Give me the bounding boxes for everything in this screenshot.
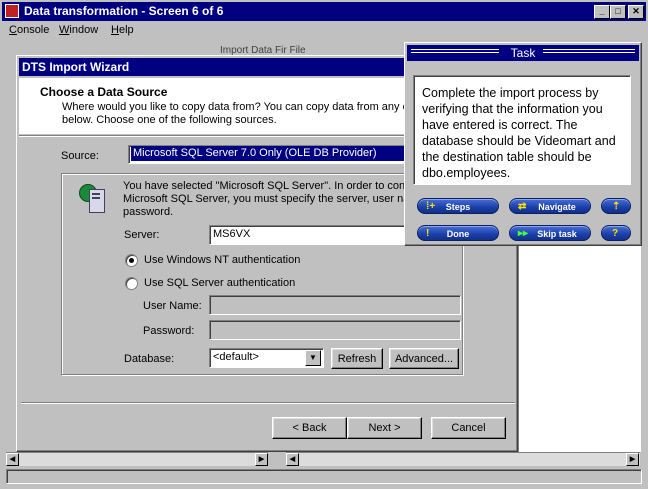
back-label: < Back bbox=[292, 422, 327, 434]
back-button[interactable]: < Back bbox=[272, 417, 347, 439]
database-label: Database: bbox=[124, 353, 175, 365]
info-line-2: Microsoft SQL Server, you must specify t… bbox=[123, 193, 413, 205]
source-value: Microsoft SQL Server 7.0 Only (OLE DB Pr… bbox=[131, 146, 405, 161]
horizontal-scrollbar-right[interactable]: ◀ ▶ bbox=[286, 452, 640, 466]
task-text-box: Complete the import process by verifying… bbox=[413, 75, 631, 185]
username-input[interactable] bbox=[209, 295, 461, 315]
menu-bar: Console Window Help bbox=[2, 22, 646, 40]
server-input[interactable]: MS6VX bbox=[209, 225, 405, 245]
refresh-button[interactable]: Refresh bbox=[331, 348, 383, 369]
radio-sql-auth[interactable] bbox=[125, 277, 138, 290]
username-label: User Name: bbox=[143, 300, 202, 312]
info-line-1: You have selected "Microsoft SQL Server"… bbox=[123, 180, 406, 192]
password-label: Password: bbox=[143, 325, 195, 337]
info-line-3: password. bbox=[123, 206, 174, 218]
password-input[interactable] bbox=[209, 320, 461, 340]
source-label: Source: bbox=[61, 150, 99, 162]
dropdown-arrow-icon[interactable]: ▼ bbox=[305, 350, 321, 366]
auth-sql-label[interactable]: Use SQL Server authentication bbox=[144, 277, 295, 289]
advanced-button[interactable]: Advanced... bbox=[389, 348, 459, 369]
up-arrow-icon: ⇡ bbox=[612, 201, 621, 212]
next-button[interactable]: Next > bbox=[347, 417, 422, 439]
skip-task-button[interactable]: ▸▸ Skip task bbox=[509, 225, 591, 241]
cancel-label: Cancel bbox=[451, 422, 486, 434]
steps-button[interactable]: ⁞+ Steps bbox=[417, 198, 499, 214]
app-icon bbox=[5, 4, 19, 18]
scroll-left-arrow-icon[interactable]: ◀ bbox=[286, 453, 299, 466]
maximize-button[interactable]: □ bbox=[610, 5, 626, 19]
radio-nt-auth[interactable] bbox=[125, 254, 138, 267]
done-button[interactable]: ! Done bbox=[417, 225, 499, 241]
background-right-pane bbox=[518, 244, 641, 452]
menu-console[interactable]: Console bbox=[9, 24, 49, 36]
database-select[interactable]: <default> ▼ bbox=[209, 348, 324, 368]
task-text: Complete the import process by verifying… bbox=[422, 86, 616, 180]
header-desc-line-1: Where would you like to copy data from? … bbox=[62, 101, 409, 113]
auth-nt-label[interactable]: Use Windows NT authentication bbox=[144, 254, 300, 266]
cancel-button[interactable]: Cancel bbox=[431, 417, 506, 439]
task-title-bar: Task bbox=[407, 45, 639, 61]
database-value: <default> bbox=[213, 351, 259, 363]
server-value: MS6VX bbox=[213, 228, 251, 240]
horizontal-scrollbar-left[interactable]: ◀ ▶ bbox=[6, 452, 268, 466]
next-label: Next > bbox=[368, 422, 401, 434]
wizard-title: DTS Import Wizard bbox=[22, 60, 130, 74]
header-desc-line-2: below. Choose one of the following sourc… bbox=[62, 114, 277, 126]
menu-help[interactable]: Help bbox=[111, 24, 134, 36]
status-pane bbox=[6, 469, 642, 484]
close-button[interactable]: ✕ bbox=[628, 5, 644, 19]
menu-window[interactable]: Window bbox=[59, 24, 98, 36]
up-button[interactable]: ⇡ bbox=[601, 198, 631, 214]
header-title: Choose a Data Source bbox=[40, 85, 168, 99]
server-icon bbox=[77, 181, 111, 215]
window-title: Data transformation - Screen 6 of 6 bbox=[24, 4, 224, 18]
status-bar bbox=[4, 467, 644, 485]
navigate-button[interactable]: ⇄ Navigate bbox=[509, 198, 591, 214]
scroll-right-arrow-icon[interactable]: ▶ bbox=[255, 453, 268, 466]
question-icon: ? bbox=[612, 228, 619, 239]
help-button[interactable]: ? bbox=[601, 225, 631, 241]
minimize-button[interactable]: _ bbox=[594, 5, 610, 19]
source-select[interactable]: Microsoft SQL Server 7.0 Only (OLE DB Pr… bbox=[128, 145, 408, 164]
scroll-left-arrow-icon[interactable]: ◀ bbox=[6, 453, 19, 466]
footer-separator bbox=[21, 402, 515, 404]
main-title-bar: Data transformation - Screen 6 of 6 _ □ … bbox=[2, 2, 646, 21]
server-label: Server: bbox=[124, 229, 160, 241]
task-panel: Task Complete the import process by veri… bbox=[404, 42, 642, 246]
scroll-right-arrow-icon[interactable]: ▶ bbox=[626, 453, 639, 466]
